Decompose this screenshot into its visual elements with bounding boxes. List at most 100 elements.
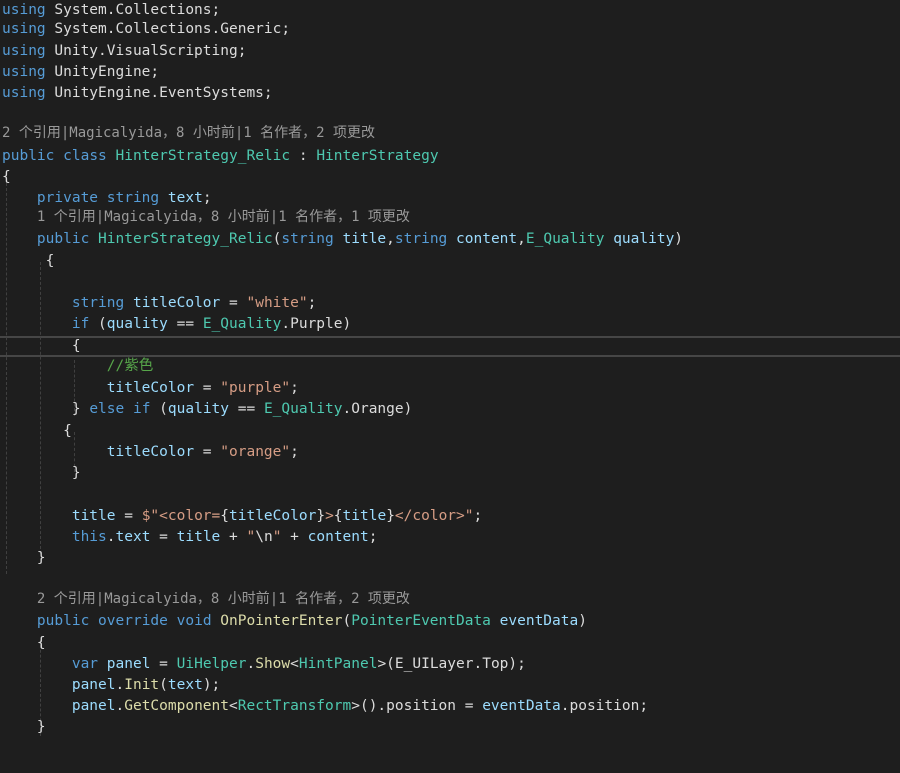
code-token: " xyxy=(246,529,256,545)
code-token: "purple" xyxy=(220,380,291,396)
code-line[interactable]: titleColor = "purple"; xyxy=(2,378,299,399)
code-line[interactable]: { xyxy=(2,167,11,188)
code-line[interactable]: 1 个引用|Magicalyida，8 小时前|1 名作者，1 项更改 xyxy=(2,207,410,228)
code-token: UnityEngine; xyxy=(45,64,160,80)
code-token: System.Collections.Generic; xyxy=(45,21,291,37)
code-line[interactable]: using Unity.VisualScripting; xyxy=(2,41,246,62)
code-token: { xyxy=(2,253,55,269)
code-line[interactable]: panel.Init(text); xyxy=(2,675,220,696)
code-line[interactable]: { xyxy=(2,421,72,442)
code-line[interactable]: { xyxy=(2,336,81,357)
code-line[interactable]: if (quality == E_Quality.Purple) xyxy=(2,314,351,335)
code-token: text xyxy=(167,677,203,693)
code-line[interactable]: title = $"<color={titleColor}>{title}</c… xyxy=(2,506,482,527)
code-line[interactable]: public class HinterStrategy_Relic : Hint… xyxy=(2,146,439,167)
code-token: using xyxy=(2,85,46,101)
code-line[interactable]: this.text = title + "\n" + content; xyxy=(2,527,378,548)
code-line[interactable]: //紫色 xyxy=(2,356,153,377)
code-token: eventData xyxy=(499,613,579,629)
code-token: using xyxy=(2,43,46,59)
code-token: text xyxy=(167,190,203,206)
code-token: \n xyxy=(255,529,273,545)
code-token: } xyxy=(386,508,395,524)
codelens-annotation[interactable]: 1 个引用|Magicalyida，8 小时前|1 名作者，1 项更改 xyxy=(37,209,410,225)
code-token: E_Quality xyxy=(202,316,282,332)
code-line[interactable]: } else if (quality == E_Quality.Orange) xyxy=(2,399,413,420)
codelens-annotation[interactable]: 2 个引用|Magicalyida，8 小时前|1 名作者，2 项更改 xyxy=(2,125,375,141)
code-token: = xyxy=(115,508,142,524)
code-line[interactable]: 2 个引用|Magicalyida，8 小时前|1 名作者，2 项更改 xyxy=(2,589,410,610)
code-token: } xyxy=(2,719,46,735)
code-token: = xyxy=(150,656,177,672)
code-token: ( xyxy=(159,677,168,693)
code-token: { xyxy=(2,169,11,185)
code-line[interactable]: { xyxy=(2,633,46,654)
code-token: < xyxy=(229,698,238,714)
code-token: . xyxy=(246,656,256,672)
code-token: RectTransform xyxy=(237,698,352,714)
code-token: > xyxy=(325,508,334,524)
codelens-annotation[interactable]: 2 个引用|Magicalyida，8 小时前|1 名作者，2 项更改 xyxy=(37,591,410,607)
code-line[interactable]: titleColor = "orange"; xyxy=(2,442,299,463)
code-token: quality xyxy=(613,231,675,247)
code-token: if xyxy=(132,401,151,417)
code-token: this xyxy=(71,529,107,545)
code-token: HinterStrategy_Relic xyxy=(115,148,291,164)
code-line[interactable]: using UnityEngine; xyxy=(2,62,159,83)
code-token: = xyxy=(194,380,221,396)
code-line[interactable]: 2 个引用|Magicalyida，8 小时前|1 名作者，2 项更改 xyxy=(2,123,375,144)
code-token: < xyxy=(290,656,299,672)
code-token: public xyxy=(36,231,90,247)
code-token: GetComponent xyxy=(124,698,229,714)
code-line[interactable]: using UnityEngine.EventSystems; xyxy=(2,83,273,104)
code-token: class xyxy=(63,148,107,164)
code-line[interactable]: private string text; xyxy=(2,188,212,209)
code-token: "white" xyxy=(246,295,308,311)
code-token: public xyxy=(2,148,55,164)
code-line[interactable]: var panel = UiHelper.Show<HintPanel>(E_U… xyxy=(2,654,526,675)
code-token: System.Collections; xyxy=(45,2,221,18)
code-token: HintPanel xyxy=(298,656,378,672)
code-line[interactable]: } xyxy=(2,463,81,484)
code-token: Show xyxy=(255,656,291,672)
code-editor[interactable]: using System.Collections; using System.Co… xyxy=(0,0,900,773)
code-line[interactable]: string titleColor = "white"; xyxy=(2,293,316,314)
code-line[interactable]: using System.Collections; xyxy=(2,0,220,21)
code-token: PointerEventData xyxy=(351,613,491,629)
code-token: title xyxy=(342,508,387,524)
code-line[interactable]: using System.Collections.Generic; xyxy=(2,19,290,40)
code-token: } xyxy=(316,508,326,524)
code-line[interactable]: { xyxy=(2,251,55,272)
code-line[interactable]: panel.GetComponent<RectTransform>().posi… xyxy=(2,696,648,717)
code-line[interactable]: public HinterStrategy_Relic(string title… xyxy=(2,229,683,250)
code-token: ; xyxy=(290,380,299,396)
code-token: string xyxy=(394,231,448,247)
code-line[interactable]: } xyxy=(2,717,46,738)
code-token: string xyxy=(106,190,160,206)
code-token: eventData xyxy=(482,698,561,714)
code-token: titleColor xyxy=(106,380,195,396)
code-token: titleColor xyxy=(106,444,195,460)
code-line[interactable]: public override void OnPointerEnter(Poin… xyxy=(2,611,587,632)
code-token: if xyxy=(71,316,90,332)
code-token: = xyxy=(220,295,247,311)
code-token: } xyxy=(2,401,90,417)
code-token: ( xyxy=(342,613,352,629)
code-token: , xyxy=(386,231,395,247)
code-token: = xyxy=(194,444,221,460)
code-token: E_Quality xyxy=(525,231,605,247)
code-line[interactable]: } xyxy=(2,548,46,569)
